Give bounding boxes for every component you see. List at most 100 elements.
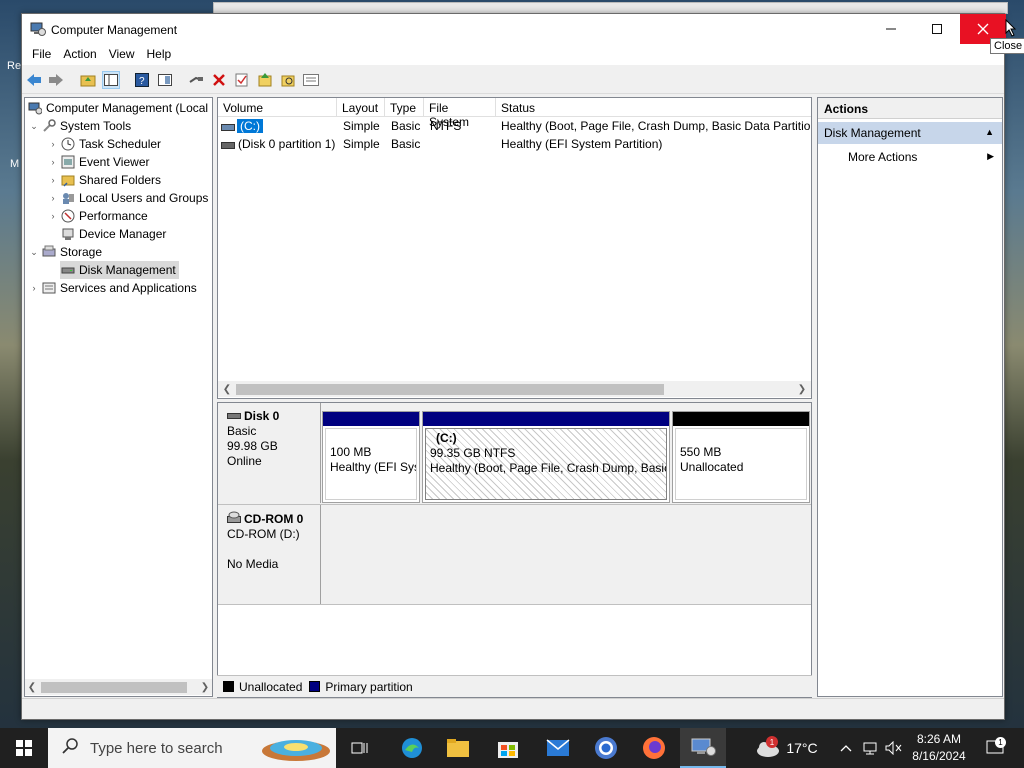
volume-horizontal-scrollbar[interactable]: ❮ ❯ (218, 381, 811, 397)
up-folder-icon[interactable] (79, 71, 97, 89)
help-icon[interactable]: ? (133, 71, 151, 89)
tree-item-disk-management[interactable]: Disk Management (60, 261, 179, 279)
tree-item-computer-management[interactable]: Computer Management (Local (27, 99, 208, 117)
column-header-status[interactable]: Status (496, 98, 811, 117)
taskbar-computer-management[interactable] (680, 728, 726, 768)
volume-file-system: NTFS (430, 119, 462, 133)
tree-item-services-apps[interactable]: › Services and Applications (27, 279, 197, 297)
legend-swatch-primary (309, 681, 321, 692)
tree-item-event-viewer[interactable]: › Event Viewer (46, 153, 150, 171)
taskbar-chrome[interactable] (584, 728, 628, 768)
search-folder-icon[interactable] (279, 71, 297, 89)
minimize-button[interactable] (868, 14, 914, 44)
search-placeholder: Type here to search (90, 739, 223, 757)
taskbar-file-explorer[interactable] (436, 728, 480, 768)
console-icon[interactable] (156, 71, 174, 89)
chevron-right-icon[interactable]: › (46, 211, 60, 221)
column-header-layout[interactable]: Layout (337, 98, 385, 117)
disk-0-label[interactable]: Disk 0 Basic 99.98 GB Online (218, 403, 321, 503)
scroll-left-icon[interactable]: ❮ (220, 381, 234, 397)
desktop-left: Re M (0, 0, 22, 728)
chevron-right-icon[interactable]: › (46, 139, 60, 149)
chevron-up-icon (840, 745, 852, 752)
legend: Unallocated Primary partition (217, 675, 812, 697)
scroll-thumb[interactable] (236, 384, 664, 395)
cdrom-icon (227, 511, 241, 527)
tree-horizontal-scrollbar[interactable]: ❮ ❯ (25, 679, 212, 695)
chevron-down-icon[interactable]: ⌄ (27, 247, 41, 258)
properties-icon[interactable] (302, 71, 320, 89)
back-arrow-icon[interactable] (25, 71, 43, 89)
delete-icon[interactable] (210, 71, 228, 89)
title-bar[interactable]: Computer Management (22, 14, 1006, 45)
close-icon (977, 23, 989, 35)
partition-c[interactable]: (C:) 99.35 GB NTFS Healthy (Boot, Page F… (422, 411, 670, 503)
table-row[interactable]: (Disk 0 partition 1) Simple Basic Health… (218, 136, 811, 153)
show-hide-tree-icon[interactable] (102, 71, 120, 89)
taskbar-store[interactable] (486, 728, 530, 768)
legend-label: Primary partition (325, 679, 413, 694)
notification-center-button[interactable]: 1 (980, 728, 1010, 768)
cdrom-area[interactable] (322, 505, 811, 604)
menu-action[interactable]: Action (57, 45, 102, 65)
taskbar-search[interactable]: Type here to search (48, 728, 336, 768)
menu-file[interactable]: File (26, 45, 57, 65)
search-icon (62, 738, 78, 758)
chevron-down-icon[interactable]: ⌄ (27, 121, 41, 132)
maximize-icon (932, 24, 942, 34)
check-icon[interactable] (233, 71, 251, 89)
notification-count: 1 (995, 737, 1006, 748)
tree-item-shared-folders[interactable]: › Shared Folders (46, 171, 162, 189)
disk-state: Online (227, 454, 262, 468)
chevron-right-icon[interactable]: › (46, 157, 60, 167)
tree-label: Event Viewer (79, 155, 150, 169)
menu-help[interactable]: Help (141, 45, 178, 65)
partition-unallocated[interactable]: 550 MB Unallocated (672, 411, 810, 503)
network-icon[interactable] (860, 728, 882, 768)
partition-efi[interactable]: 100 MB Healthy (EFI Sys (322, 411, 420, 503)
export-icon[interactable] (256, 71, 274, 89)
forward-arrow-icon[interactable] (47, 71, 65, 89)
tree-item-system-tools[interactable]: ⌄ System Tools (27, 117, 131, 135)
cdrom-media: No Media (227, 557, 279, 571)
connect-icon[interactable] (187, 71, 205, 89)
volume-type: Basic (391, 119, 421, 133)
column-header-type[interactable]: Type (385, 98, 424, 117)
taskbar-clock[interactable]: 8:26 AM 8/16/2024 (904, 731, 974, 765)
scroll-thumb[interactable] (41, 682, 187, 693)
tree-item-performance[interactable]: › Performance (46, 207, 148, 225)
task-view-button[interactable] (338, 728, 382, 768)
tree-item-storage[interactable]: ⌄ Storage (27, 243, 102, 261)
weather-temperature[interactable]: 17°C (784, 728, 820, 768)
partition-size: 550 MB (680, 445, 722, 459)
table-row[interactable]: (C:) Simple Basic NTFS Healthy (Boot, Pa… (218, 118, 811, 135)
column-header-volume[interactable]: Volume (218, 98, 337, 117)
menu-view[interactable]: View (103, 45, 141, 65)
weather-widget[interactable]: 1 (750, 728, 786, 768)
scroll-right-icon[interactable]: ❯ (198, 679, 212, 695)
collapse-up-icon[interactable]: ▲ (985, 127, 994, 137)
scroll-right-icon[interactable]: ❯ (795, 381, 809, 397)
shared-folder-icon (60, 172, 76, 188)
start-button[interactable] (0, 728, 48, 768)
actions-section-disk-management[interactable]: Disk Management ▲ (818, 122, 1002, 144)
chevron-right-icon[interactable]: › (27, 283, 41, 293)
taskbar-edge[interactable] (390, 728, 434, 768)
volume-muted-icon[interactable] (883, 728, 905, 768)
scroll-left-icon[interactable]: ❮ (25, 679, 39, 695)
chevron-right-icon[interactable]: › (46, 193, 60, 203)
taskbar-firefox[interactable] (632, 728, 676, 768)
tree-item-local-users[interactable]: › Local Users and Groups (46, 189, 209, 207)
column-header-file-system[interactable]: File System (424, 98, 496, 129)
tree-item-task-scheduler[interactable]: › Task Scheduler (46, 135, 162, 153)
show-hidden-icons-button[interactable] (836, 728, 856, 768)
tree-item-device-manager[interactable]: Device Manager (60, 225, 166, 243)
disk-name: Disk 0 (244, 409, 280, 423)
maximize-button[interactable] (914, 14, 960, 44)
partition-status: Healthy (EFI Sys (330, 460, 417, 474)
cdrom-0-label[interactable]: CD-ROM 0 CD-ROM (D:) No Media (218, 505, 321, 604)
mail-icon (546, 739, 570, 756)
chevron-right-icon[interactable]: › (46, 175, 60, 185)
taskbar-mail[interactable] (536, 728, 580, 768)
more-actions-item[interactable]: More Actions ▶ (818, 146, 1002, 168)
